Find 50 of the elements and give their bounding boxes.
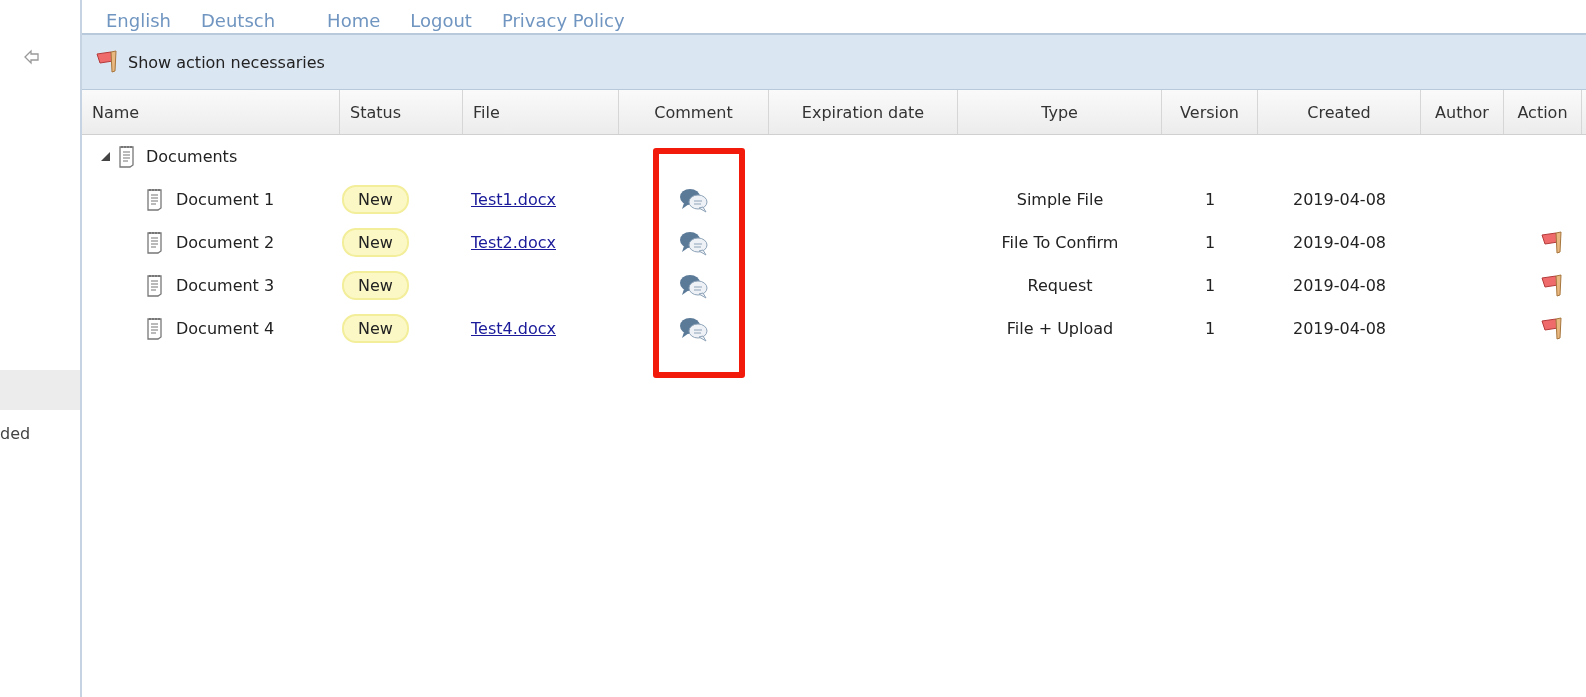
column-header[interactable]: Action: [1504, 90, 1582, 134]
document-icon: [146, 273, 164, 298]
status-badge: New: [342, 228, 409, 257]
action-flag-icon[interactable]: [1539, 272, 1565, 299]
comments-icon[interactable]: [679, 315, 709, 342]
status-badge: New: [342, 271, 409, 300]
column-header[interactable]: Version: [1162, 90, 1258, 134]
comments-icon[interactable]: [679, 186, 709, 213]
type-cell: Request: [1027, 276, 1093, 295]
document-name[interactable]: Document 4: [176, 319, 275, 338]
document-icon: [146, 187, 164, 212]
action-flag-icon[interactable]: [1539, 315, 1565, 342]
created-date-cell: 2019-04-08: [1293, 276, 1386, 295]
document-name[interactable]: Document 2: [176, 233, 275, 252]
version-cell: 1: [1204, 233, 1216, 252]
document-icon: [146, 316, 164, 341]
column-header[interactable]: Status: [340, 90, 463, 134]
created-date-cell: 2019-04-08: [1293, 233, 1386, 252]
type-cell: File + Upload: [1006, 319, 1114, 338]
sidebar-item-text[interactable]: ded: [0, 424, 31, 443]
file-link[interactable]: Test1.docx: [471, 190, 556, 209]
created-date-cell: 2019-04-08: [1293, 190, 1386, 209]
version-cell: 1: [1204, 190, 1216, 209]
document-name[interactable]: Document 3: [176, 276, 275, 295]
status-badge: New: [342, 185, 409, 214]
flag-icon: [94, 49, 120, 75]
type-cell: Simple File: [1016, 190, 1104, 209]
file-link[interactable]: Test4.docx: [471, 319, 556, 338]
column-header[interactable]: Name: [82, 90, 340, 134]
column-header[interactable]: Type: [958, 90, 1162, 134]
type-cell: File To Confirm: [1001, 233, 1119, 252]
comments-icon[interactable]: [679, 272, 709, 299]
document-icon: [146, 230, 164, 255]
version-cell: 1: [1204, 319, 1216, 338]
column-header[interactable]: File: [463, 90, 619, 134]
back-arrow-icon[interactable]: [23, 48, 41, 66]
comments-icon[interactable]: [679, 229, 709, 256]
column-header[interactable]: Expiration date: [769, 90, 958, 134]
document-name[interactable]: Document 1: [176, 190, 275, 209]
column-header[interactable]: Author: [1421, 90, 1504, 134]
show-action-necessaries-button[interactable]: Show action necessaries: [92, 47, 327, 77]
column-header[interactable]: Comment: [619, 90, 769, 134]
version-cell: 1: [1204, 276, 1216, 295]
status-badge: New: [342, 314, 409, 343]
created-date-cell: 2019-04-08: [1293, 319, 1386, 338]
document-icon: [118, 144, 136, 169]
file-link[interactable]: Test2.docx: [471, 233, 556, 252]
column-header[interactable]: Created: [1258, 90, 1421, 134]
action-flag-icon[interactable]: [1539, 229, 1565, 256]
tree-node-label[interactable]: Documents: [146, 147, 238, 166]
